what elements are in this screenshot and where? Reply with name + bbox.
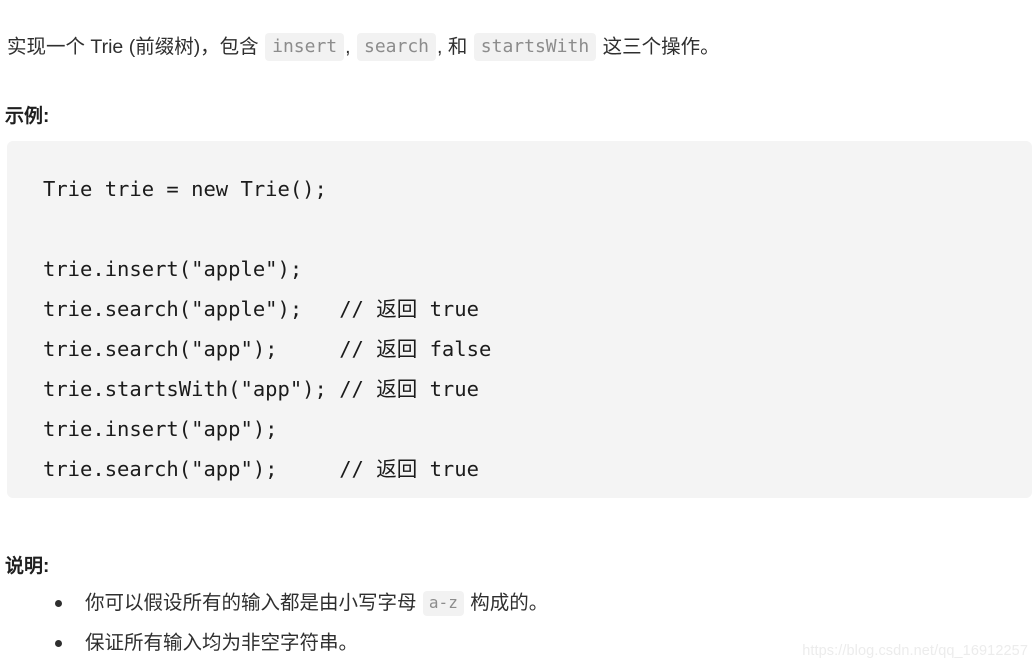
problem-statement-page: 实现一个 Trie (前缀树)，包含 insert, search, 和 sta… — [0, 0, 1032, 668]
bullet-dot-icon — [55, 600, 62, 607]
watermark-url: https://blog.csdn.net/qq_16912257 — [802, 643, 1028, 659]
example-code-text: Trie trie = new Trie(); trie.insert("app… — [43, 177, 492, 481]
note-text-suffix: 构成的。 — [464, 592, 549, 614]
intro-separator-1: , — [345, 35, 356, 58]
note-text-prefix: 保证所有输入均为非空字符串。 — [85, 632, 359, 654]
note-text-prefix: 你可以假设所有的输入都是由小写字母 — [85, 592, 422, 614]
section-heading-example: 示例: — [5, 106, 50, 127]
section-heading-note: 说明: — [5, 556, 50, 577]
inline-code-search: search — [356, 32, 437, 61]
list-item: 你可以假设所有的输入都是由小写字母 a-z 构成的。 — [0, 583, 1032, 623]
bullet-dot-icon — [55, 640, 62, 647]
inline-code-startswith: startsWith — [473, 32, 597, 61]
intro-prefix-text: 实现一个 Trie (前缀树)，包含 — [7, 35, 265, 58]
inline-code-a-z: a-z — [422, 591, 464, 616]
intro-separator-2: , 和 — [437, 35, 473, 58]
intro-suffix-text: 这三个操作。 — [597, 35, 720, 58]
example-code-block: Trie trie = new Trie(); trie.insert("app… — [7, 141, 1032, 498]
intro-paragraph: 实现一个 Trie (前缀树)，包含 insert, search, 和 sta… — [7, 32, 1024, 62]
inline-code-insert: insert — [265, 32, 345, 61]
